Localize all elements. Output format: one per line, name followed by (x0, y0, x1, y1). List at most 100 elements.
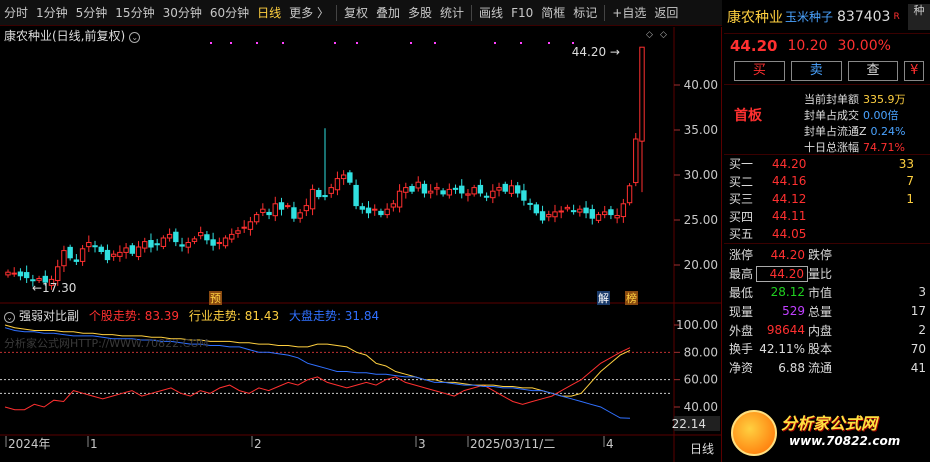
stat-key: 市值 (808, 285, 833, 300)
quote-panel: 康农种业 玉米种子 837403 R 种 44.20 10.20 30.00% … (724, 0, 930, 462)
stock-name: 康农种业 (727, 9, 783, 26)
toolbar-item[interactable]: 返回 (650, 0, 682, 26)
toolbar-item[interactable]: 更多 〉 (285, 0, 333, 26)
quote-stats: 涨停 44.20 跌停 最高 44.20 量比 最低 28.12 市值 3 现量 529 总量 17 外盘 9… (724, 242, 930, 378)
order-book-price: 44.11 (772, 209, 807, 224)
toolbar-item[interactable]: 叠加 (372, 0, 404, 26)
toolbar-item[interactable]: 分时 (0, 0, 32, 26)
bottom-value: 22.14 (672, 417, 706, 431)
seal-key: 当前封单额 (804, 93, 859, 106)
stat-value: 6.88 (778, 360, 805, 375)
extra-tab[interactable]: 种 (908, 4, 930, 30)
candle-body (347, 172, 353, 183)
order-book-row: 买四 44.11 (724, 208, 930, 226)
candle-body (117, 251, 123, 257)
stock-concept[interactable]: 玉米种子 (785, 8, 833, 25)
indicator-y-label: 80.00 (684, 345, 718, 359)
candle-body (508, 185, 515, 194)
candle-body (222, 237, 229, 247)
chart-title-dropdown-icon[interactable]: ⌄ (129, 32, 141, 43)
candle-body (23, 272, 30, 279)
candle-body (384, 208, 390, 216)
toolbar-item[interactable]: 多股 (404, 0, 436, 26)
indicator-y-label: 60.00 (684, 373, 718, 387)
toolbar-item[interactable]: 标记 (569, 0, 601, 26)
stat-value: 2 (918, 323, 926, 338)
toolbar-item[interactable]: 60分钟 (206, 0, 253, 26)
candle-body (502, 183, 508, 192)
candle-body (123, 247, 129, 253)
stat-key: 最低 (729, 285, 754, 300)
seal-row: 封单占流通Z 0.24% (804, 123, 906, 139)
stat-row: 外盘 98644 内盘 2 (724, 321, 930, 340)
quote-header: 康农种业 玉米种子 837403 R (724, 0, 930, 34)
toolbar-item[interactable]: 1分钟 (32, 0, 72, 26)
stat-value: 98644 (766, 323, 805, 338)
toolbar-item[interactable]: 复权 (340, 0, 372, 26)
candle-body (260, 208, 266, 213)
event-marker-label: 解 (598, 291, 609, 305)
trade-buttons: 买 卖 查 ¥ (724, 58, 930, 84)
stat-value: 17 (910, 304, 926, 319)
candle-body (173, 231, 179, 243)
extra-button[interactable]: ¥ (904, 61, 925, 81)
stat-value: 3 (918, 285, 926, 300)
kline-chart-area[interactable]: 40.00 35.00 30.00 25.00 20.00 44.20 → ◇ ◇ ←17.30… (0, 27, 722, 462)
buy-button[interactable]: 买 (734, 61, 785, 81)
toolbar-item[interactable]: 日线 (253, 0, 285, 26)
period-label[interactable]: 日线 (690, 440, 722, 457)
sell-button[interactable]: 卖 (790, 61, 842, 81)
event-marker-label: 榜 (626, 291, 637, 305)
kline-chart-svg[interactable]: 40.00 35.00 30.00 25.00 20.00 44.20 → ◇ ◇ ←17.30… (0, 27, 722, 462)
query-button[interactable]: 查 (847, 61, 899, 81)
candle-body (614, 215, 620, 219)
toolbar-item[interactable]: 画线 (475, 0, 507, 26)
stat-value: 70 (910, 341, 926, 356)
candle-body (216, 242, 223, 244)
candle-body (465, 193, 471, 196)
indicator-dropdown-icon[interactable]: ⌄ (4, 312, 15, 323)
candle-body (359, 206, 365, 210)
candle-body (160, 237, 167, 247)
toolbar-item[interactable]: +自选 (608, 0, 650, 26)
x-axis-label: 2 (254, 437, 262, 451)
toolbar-item[interactable]: F10 (507, 0, 537, 26)
candle-body (278, 202, 285, 210)
candle-body (92, 245, 98, 248)
toolbar-item[interactable]: 15分钟 (111, 0, 158, 26)
seal-row: 十日总涨幅 74.71% (804, 139, 905, 155)
stat-value: 41 (910, 360, 926, 375)
candle-body (427, 190, 434, 194)
toolbar-divider (471, 4, 473, 21)
candle-body (353, 184, 359, 207)
signal-dot (334, 42, 336, 44)
candle-body (514, 185, 521, 194)
last-price: 44.20 (730, 37, 778, 55)
y-tick-label: 35.00 (684, 123, 718, 137)
candle-body (496, 187, 502, 191)
candle-body (490, 190, 496, 199)
candle-body (396, 190, 403, 208)
order-book-price: 44.12 (772, 191, 807, 206)
toolbar-item[interactable]: 30分钟 (159, 0, 206, 26)
candle-body (285, 205, 291, 208)
seal-key: 封单占流通Z (804, 125, 867, 138)
toolbar-divider (604, 4, 606, 21)
stat-key: 量比 (808, 267, 833, 282)
stat-row: 现量 529 总量 17 (724, 302, 930, 321)
y-tick-label: 40.00 (684, 78, 718, 92)
stat-key: 涨停 (729, 248, 754, 263)
toolbar-item[interactable]: 统计 (436, 0, 468, 26)
order-book-level: 买三 (729, 192, 754, 207)
toolbar-item[interactable]: 5分钟 (72, 0, 112, 26)
signal-dot (494, 42, 496, 44)
candle-body (558, 210, 564, 213)
indicator-y-label: 40.00 (684, 400, 718, 414)
toolbar-item[interactable]: 简框 (537, 0, 569, 26)
stat-key: 净资 (729, 361, 754, 376)
signal-dot (356, 42, 358, 44)
candle-body (583, 207, 589, 214)
stat-value: 44.20 (756, 265, 808, 282)
site-logo: 分析家公式网 www.70822.com (725, 404, 930, 462)
indicator-item-industry: 行业走势: 81.43 (188, 309, 280, 323)
